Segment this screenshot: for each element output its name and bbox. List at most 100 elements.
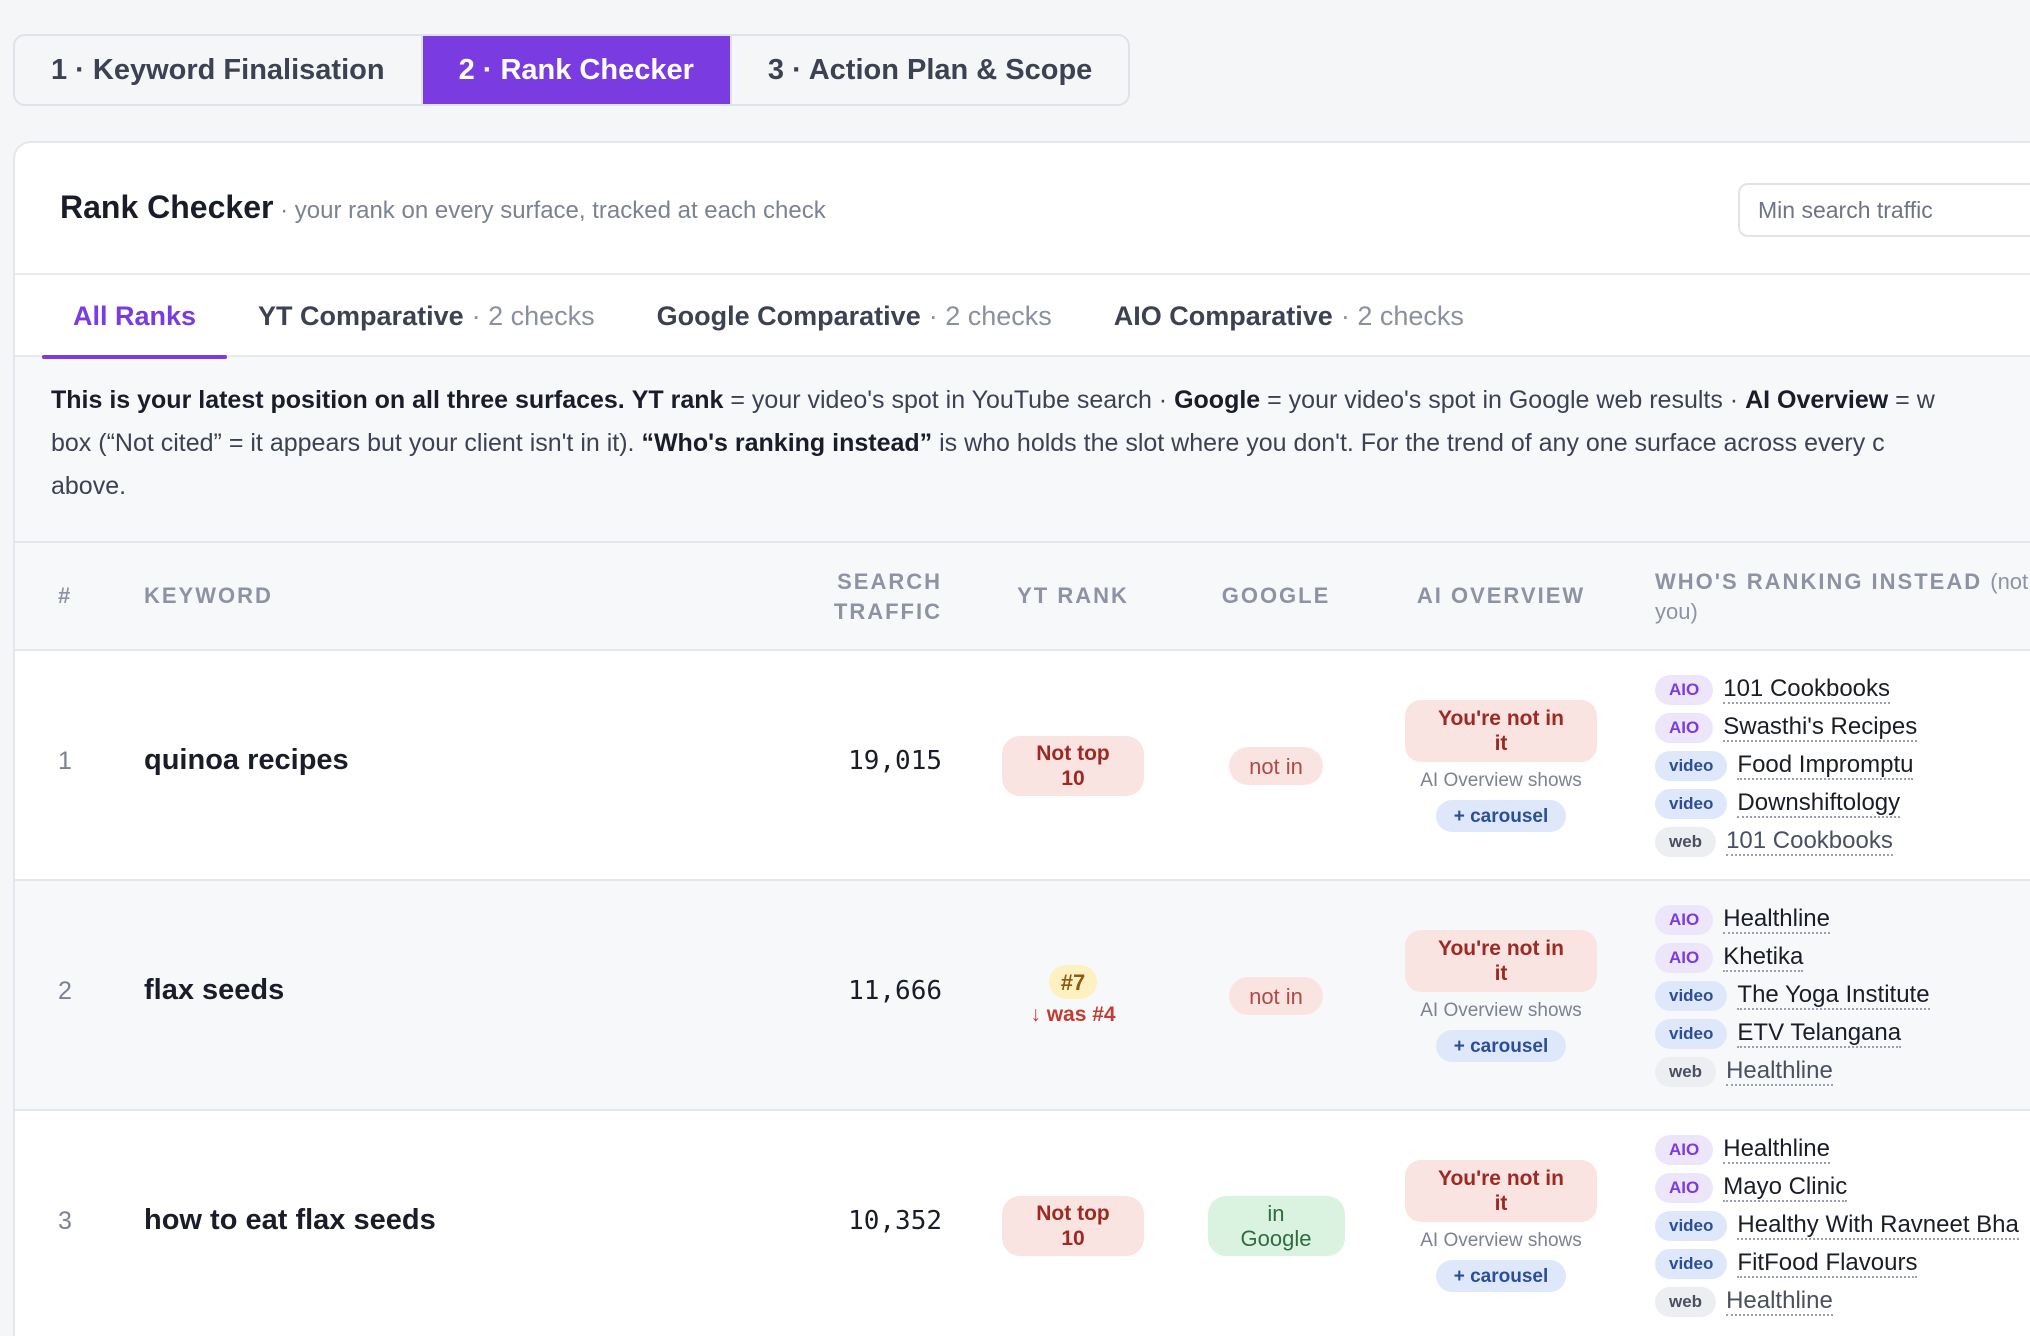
competitor-link[interactable]: 101 Cookbooks (1726, 828, 1893, 856)
source-tag: web (1655, 827, 1717, 857)
col-yt-rank[interactable]: YT RANK (988, 581, 1158, 611)
competitor-link[interactable]: The Yoga Institute (1737, 982, 1930, 1010)
competitor-link[interactable]: Swasthi's Recipes (1723, 714, 1918, 742)
competitor-link[interactable]: Downshiftology (1737, 790, 1901, 818)
col-note: you) (1655, 599, 1698, 624)
source-tag: AIO (1655, 943, 1714, 973)
tab-label: All Ranks (73, 300, 197, 331)
yt-rank-cell: #7 ↓ was #4 (988, 881, 1158, 1111)
step-rank-checker[interactable]: 2 · Rank Checker (422, 36, 732, 104)
aio-carousel-badge: + carousel (1435, 800, 1567, 832)
source-tag: video (1655, 751, 1728, 781)
yt-rank-badge: #7 (1048, 965, 1098, 999)
who-ranking-list: AIO 101 Cookbooks AIO Swasthi's Recipes vi… (1655, 671, 1918, 861)
aio-status-badge: You're not in it (1405, 700, 1597, 762)
info-bold: “Who's ranking instead” (641, 429, 933, 457)
competitor-link[interactable]: Healthline (1723, 1136, 1830, 1164)
list-item: web Healthline (1655, 1283, 2019, 1321)
info-text: = your video's spot in YouTube search · (723, 386, 1175, 414)
col-label: SEARCH (837, 569, 942, 594)
who-ranking-list: AIO Healthline AIO Khetika video The Yoga I… (1655, 901, 1930, 1091)
badge-line: 10 (1061, 1227, 1085, 1250)
tab-meta: · 2 checks (1340, 300, 1464, 331)
list-item: video ETV Telangana (1655, 1015, 1930, 1053)
col-label: TRAFFIC (833, 599, 942, 624)
row-keyword: flax seeds (144, 974, 285, 1006)
list-item: AIO Healthline (1655, 901, 1930, 939)
table-row[interactable]: 2 flax seeds 11,666 #7 ↓ was #4 not in Y… (15, 881, 2030, 1111)
info-description: This is your latest position on all thre… (15, 357, 2030, 543)
list-item: video Food Impromptu (1655, 747, 1917, 785)
table-row[interactable]: 3 how to eat flax seeds 10,352 Not top 10… (15, 1111, 2030, 1336)
page-subtitle: · your rank on every surface, tracked at… (273, 197, 826, 224)
tab-google-comparative[interactable]: Google Comparative · 2 checks (626, 275, 1083, 357)
row-keyword: quinoa recipes (144, 744, 349, 776)
competitor-link[interactable]: Mayo Clinic (1723, 1174, 1848, 1202)
source-tag: AIO (1655, 1173, 1714, 1203)
competitor-link[interactable]: Healthline (1723, 906, 1830, 934)
col-ai-overview[interactable]: AI OVERVIEW (1401, 581, 1601, 611)
view-tabs: All Ranks YT Comparative · 2 checks Googl… (15, 275, 2030, 359)
rank-checker-card: Rank Checker · your rank on every surfac… (13, 141, 2030, 1336)
info-text: = your video's spot in Google web result… (1260, 386, 1746, 414)
tab-label: YT Comparative (258, 300, 464, 331)
info-text: box (“Not cited” = it appears but your c… (51, 429, 642, 457)
table-row[interactable]: 1 quinoa recipes 19,015 Not top 10 not in… (15, 651, 2030, 881)
competitor-link[interactable]: Healthline (1726, 1058, 1833, 1086)
aio-shows-label: AI Overview shows (1420, 770, 1582, 791)
row-keyword: how to eat flax seeds (144, 1204, 436, 1236)
info-bold: AI Overview (1745, 386, 1889, 414)
table-header: # KEYWORD SEARCH TRAFFIC YT RANK GOOGLE A… (15, 543, 2030, 651)
tab-yt-comparative[interactable]: YT Comparative · 2 checks (227, 275, 626, 357)
badge-line: it (1494, 1192, 1508, 1215)
aio-carousel-badge: + carousel (1435, 1030, 1567, 1062)
source-tag: AIO (1655, 1135, 1714, 1165)
list-item: AIO 101 Cookbooks (1655, 671, 1917, 709)
row-number: 3 (58, 1207, 72, 1235)
info-text: above. (51, 472, 127, 500)
badge-line: it (1494, 732, 1508, 755)
row-number: 1 (58, 747, 72, 775)
competitor-link[interactable]: 101 Cookbooks (1723, 676, 1891, 704)
tab-meta: · 2 checks (471, 300, 595, 331)
source-tag: web (1655, 1057, 1717, 1087)
source-tag: AIO (1655, 675, 1714, 705)
competitor-link[interactable]: Healthline (1726, 1288, 1833, 1316)
list-item: web Healthline (1655, 1053, 1930, 1091)
col-note: (not (1990, 569, 2029, 594)
step-keyword-finalisation[interactable]: 1 · Keyword Finalisation (15, 36, 423, 104)
col-number: # (58, 583, 73, 608)
list-item: AIO Mayo Clinic (1655, 1169, 2019, 1207)
info-text: is who holds the slot where you don't. F… (932, 429, 1885, 457)
google-status-badge: not in (1229, 977, 1323, 1015)
source-tag: video (1655, 789, 1728, 819)
info-line-1: This is your latest position on all thre… (51, 379, 2015, 422)
col-label: WHO'S RANKING INSTEAD (1655, 569, 1983, 594)
row-traffic: 11,666 (848, 976, 942, 1006)
min-search-traffic-input[interactable] (1738, 183, 2030, 237)
list-item: video Downshiftology (1655, 785, 1917, 823)
yt-rank-cell: Not top 10 (988, 1111, 1158, 1336)
competitor-link[interactable]: Healthy With Ravneet Bha (1737, 1212, 2019, 1240)
info-bold: This is your latest position on all thre… (51, 386, 625, 414)
col-keyword[interactable]: KEYWORD (144, 581, 273, 611)
tab-all-ranks[interactable]: All Ranks (42, 275, 228, 359)
list-item: video Healthy With Ravneet Bha (1655, 1207, 2019, 1245)
competitor-link[interactable]: ETV Telangana (1737, 1020, 1902, 1048)
card-header: Rank Checker · your rank on every surfac… (15, 143, 2030, 275)
info-line-2: box (“Not cited” = it appears but your c… (51, 422, 2015, 465)
yt-rank-trend: ↓ was #4 (1030, 1003, 1116, 1026)
source-tag: video (1655, 1211, 1728, 1241)
aio-cell: You're not in it AI Overview shows + caro… (1401, 881, 1601, 1111)
col-search-traffic[interactable]: SEARCH TRAFFIC (742, 567, 942, 627)
col-google[interactable]: GOOGLE (1201, 581, 1351, 611)
yt-rank-cell: Not top 10 (988, 651, 1158, 881)
competitor-link[interactable]: Khetika (1723, 944, 1804, 972)
competitor-link[interactable]: Food Impromptu (1737, 752, 1914, 780)
tab-aio-comparative[interactable]: AIO Comparative · 2 checks (1083, 275, 1495, 357)
step-action-plan[interactable]: 3 · Action Plan & Scope (732, 36, 1128, 104)
source-tag: web (1655, 1287, 1717, 1317)
google-cell: not in (1201, 651, 1351, 881)
badge-line: You're not in (1438, 1167, 1564, 1190)
competitor-link[interactable]: FitFood Flavours (1737, 1250, 1918, 1278)
